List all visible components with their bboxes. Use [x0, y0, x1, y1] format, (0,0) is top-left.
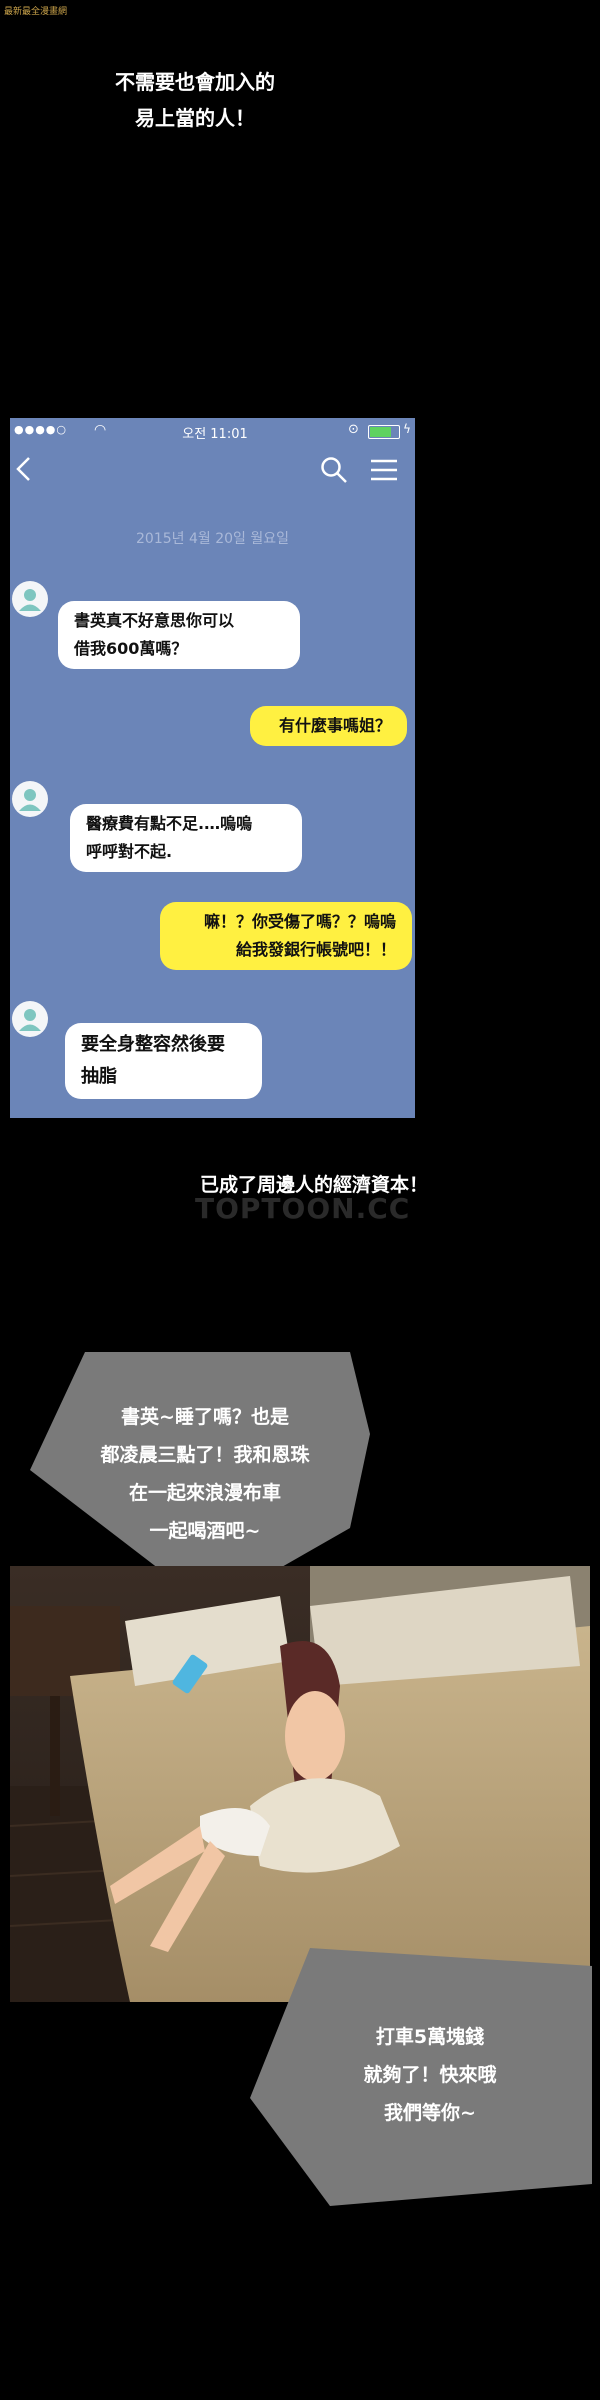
speech-line: 在一起來浪漫布車: [128, 1482, 281, 1504]
message-text-line: 書英真不好意思你可以: [74, 611, 235, 630]
top-caption-line-2: 易上當的人！: [135, 106, 255, 130]
speech-bubble-text: 書英~睡了嗎？也是 都凌晨三點了！我和恩珠 在一起來浪漫布車 一起喝酒吧~: [60, 1398, 350, 1550]
person-icon: [19, 789, 41, 811]
top-caption-line-1: 不需要也會加入的: [115, 70, 275, 94]
avatar: [12, 1001, 48, 1037]
avatar: [12, 781, 48, 817]
message-bubble: 有什麼事嗎姐？: [250, 706, 407, 746]
message-bubble: 要全身整容然後要 抽脂: [65, 1023, 262, 1099]
message-text-line: 給我發銀行帳號吧！！: [235, 940, 396, 959]
speech-line: 就夠了！快來哦: [363, 2064, 497, 2086]
message-bubble: 嘛！？你受傷了嗎？？嗚嗚 給我發銀行帳號吧！！: [160, 902, 412, 970]
search-icon[interactable]: [320, 456, 348, 484]
person-icon: [19, 589, 41, 611]
bedroom-illustration: [10, 1566, 590, 2002]
site-watermark: TOPTOON.CC: [195, 1192, 411, 1225]
person-icon: [19, 1009, 41, 1031]
message-text-line: 呼呼對不起.: [86, 842, 173, 861]
date-separator: 2015년 4월 20일 월요일: [136, 531, 289, 547]
speech-bubble-text: 打車5萬塊錢 就夠了！快來哦 我們等你~: [330, 2018, 530, 2132]
charging-icon: ϟ: [403, 422, 411, 436]
wifi-icon: ◠: [94, 422, 107, 438]
orientation-lock-icon: ⊙: [348, 422, 359, 437]
top-watermark: 最新最全漫畫網: [4, 7, 68, 17]
message-text-line: 抽脂: [81, 1066, 117, 1087]
chat-navbar: [10, 446, 415, 490]
speech-line: 一起喝酒吧~: [149, 1520, 261, 1542]
message-text-line: 要全身整容然後要: [81, 1034, 225, 1055]
message-text-line: 借我600萬嗎？: [74, 639, 188, 658]
status-bar: ●●●●○ ◠ 오전 11:01 ⊙ ϟ: [10, 418, 415, 446]
speech-line: 打車5萬塊錢: [375, 2026, 485, 2048]
signal-dots: ●●●●○: [14, 423, 67, 436]
speech-line: 都凌晨三點了！我和恩珠: [100, 1444, 310, 1466]
message-text-line: 有什麼事嗎姐？: [278, 716, 391, 735]
message-bubble: 醫療費有點不足.…嗚嗚 呼呼對不起.: [70, 804, 302, 872]
speech-line: 我們等你~: [384, 2102, 476, 2124]
top-caption: 不需要也會加入的 易上當的人！: [60, 64, 330, 136]
message-text-line: 醫療費有點不足.…嗚嗚: [86, 814, 253, 833]
chat-screen: ●●●●○ ◠ 오전 11:01 ⊙ ϟ 2015년 4월 20일 월요일 書英…: [10, 418, 415, 1118]
speech-line: 書英~睡了嗎？也是: [121, 1406, 289, 1428]
message-text-line: 嘛！？你受傷了嗎？？嗚嗚: [203, 912, 396, 931]
back-arrow-icon[interactable]: [14, 456, 32, 482]
menu-icon[interactable]: [370, 458, 398, 482]
status-time: 오전 11:01: [182, 427, 248, 442]
bedroom-scene-art: [10, 1566, 590, 2002]
avatar: [12, 581, 48, 617]
message-bubble: 書英真不好意思你可以 借我600萬嗎？: [58, 601, 300, 669]
battery-icon: [368, 425, 400, 439]
